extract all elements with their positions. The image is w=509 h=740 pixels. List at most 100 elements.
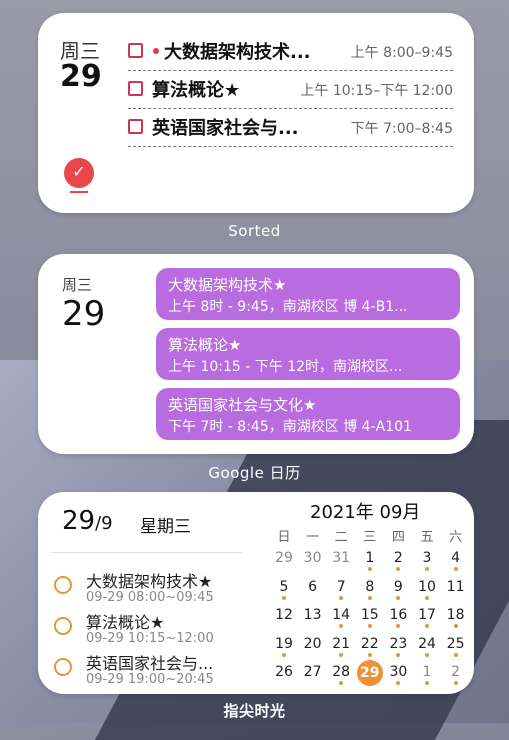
day-number: 13 xyxy=(303,607,322,623)
day-number: 30 xyxy=(303,550,322,566)
event-dot-icon xyxy=(396,652,401,657)
checkbox-icon[interactable] xyxy=(128,43,143,58)
calendar-day[interactable]: 21 xyxy=(327,636,355,657)
checkbox-icon[interactable] xyxy=(128,119,143,134)
event-title: 算法概论★ xyxy=(168,336,242,354)
weekday-label: 星期三 xyxy=(140,517,191,537)
calendar-day[interactable]: 30 xyxy=(299,550,327,566)
sorted-app-icon[interactable]: ✓ xyxy=(64,158,94,193)
calendar-day-today[interactable]: 29 xyxy=(356,660,384,686)
event-card[interactable]: 英语国家社会与文化★ 下午 7时 - 8:45，南湖校区 博 4-A101 xyxy=(156,388,460,440)
weekday-label: 周三 xyxy=(62,276,93,294)
event-dot-icon xyxy=(282,595,286,600)
calendar-day[interactable]: 1 xyxy=(356,550,384,571)
day-number: 23 xyxy=(389,635,408,652)
task-time: 09-29 19:00~20:45 xyxy=(86,672,214,687)
day-number: 1 xyxy=(422,664,432,680)
calendar-day[interactable]: 2 xyxy=(442,664,470,685)
event-row[interactable]: 算法概论★ 上午 10:15–下午 12:00 xyxy=(128,70,453,109)
event-detail: 下午 7时 - 8:45，南湖校区 博 4-A101 xyxy=(168,419,412,435)
calendar-day[interactable]: 16 xyxy=(384,607,412,628)
calendar-day[interactable]: 5 xyxy=(270,579,298,600)
divider xyxy=(52,552,242,553)
event-title: 算法概论★ xyxy=(152,80,241,101)
day-number: 8 xyxy=(365,578,375,595)
day-number: 7 xyxy=(336,578,346,595)
calendar-day[interactable]: 3 xyxy=(413,550,441,571)
calendar-day[interactable]: 6 xyxy=(299,579,327,595)
event-card[interactable]: 算法概论★ 上午 10:15 - 下午 12时，南湖校区... xyxy=(156,328,460,380)
event-title: 英语国家社会与... xyxy=(152,118,299,139)
calendar-day[interactable]: 29 xyxy=(270,550,298,566)
calendar-day[interactable]: 7 xyxy=(327,579,355,600)
calendar-day[interactable]: 18 xyxy=(442,607,470,628)
weekday-header: 日 xyxy=(277,530,291,545)
calendar-day[interactable]: 28 xyxy=(327,664,355,685)
event-dot-icon xyxy=(453,652,458,657)
calendar-day[interactable]: 27 xyxy=(299,664,327,680)
priority-dot-icon xyxy=(153,48,159,54)
day-number: 29 xyxy=(275,550,293,566)
day-number: 2 xyxy=(393,550,403,566)
circle-check-icon[interactable] xyxy=(54,617,72,635)
calendar-day[interactable]: 13 xyxy=(299,607,327,623)
sorted-widget[interactable]: 周三 29 大数据架构技术... 上午 8:00–9:45 算法概论★ 上午 1… xyxy=(38,13,474,213)
calendar-day[interactable]: 31 xyxy=(327,550,355,566)
event-card[interactable]: 大数据架构技术★ 上午 8时 - 9:45，南湖校区 博 4-B1... xyxy=(156,268,460,320)
calendar-day[interactable]: 22 xyxy=(356,636,384,657)
event-dot-icon xyxy=(339,595,344,600)
circle-check-icon[interactable] xyxy=(54,658,72,676)
day-number: 2 xyxy=(451,664,461,680)
calendar-day[interactable]: 26 xyxy=(270,664,298,680)
calendar-day[interactable]: 25 xyxy=(442,636,470,657)
day-number: 5 xyxy=(279,578,289,595)
calendar-day[interactable]: 4 xyxy=(442,550,470,571)
calendar-day[interactable]: 8 xyxy=(356,579,384,600)
day-number: 30 xyxy=(389,664,408,680)
calendar-day[interactable]: 20 xyxy=(299,636,327,652)
event-dot-icon xyxy=(367,595,372,600)
checkbox-icon[interactable] xyxy=(128,81,143,96)
calendar-day[interactable]: 17 xyxy=(413,607,441,628)
calendar-day[interactable]: 2 xyxy=(384,550,412,571)
zhijian-widget[interactable]: 29/9 星期三 大数据架构技术★ 09-29 08:00~09:45 算法概论… xyxy=(38,492,474,694)
google-widget-caption: Google 日历 xyxy=(208,464,301,482)
circle-check-icon[interactable] xyxy=(54,576,72,594)
calendar-day[interactable]: 9 xyxy=(384,579,412,600)
calendar-day[interactable]: 12 xyxy=(270,607,298,623)
calendar-day[interactable]: 11 xyxy=(442,579,470,595)
calendar-title: 2021年 09月 xyxy=(310,502,421,523)
event-dot-icon xyxy=(425,652,429,657)
day-number: 18 xyxy=(446,607,465,623)
task-time: 09-29 08:00~09:45 xyxy=(86,590,214,605)
day-number: 27 xyxy=(303,664,322,680)
event-dot-icon xyxy=(453,681,458,685)
calendar-day[interactable]: 30 xyxy=(384,664,412,685)
event-dot-icon xyxy=(396,595,401,600)
google-calendar-widget[interactable]: 周三 29 大数据架构技术★ 上午 8时 - 9:45，南湖校区 博 4-B1.… xyxy=(38,254,474,454)
day-number: 29 xyxy=(62,294,106,334)
calendar-day[interactable]: 1 xyxy=(413,664,441,685)
event-dot-icon xyxy=(367,624,372,628)
calendar-day[interactable]: 10 xyxy=(413,579,441,600)
event-dot-icon xyxy=(425,567,429,571)
calendar-day[interactable]: 23 xyxy=(384,636,412,657)
zhijian-widget-caption: 指尖时光 xyxy=(223,702,286,720)
event-title: 英语国家社会与文化★ xyxy=(168,396,317,414)
day-number: 4 xyxy=(451,550,461,566)
event-detail: 上午 10:15 - 下午 12时，南湖校区... xyxy=(168,359,403,375)
calendar-day[interactable]: 19 xyxy=(270,636,298,657)
day-number: 29 xyxy=(60,59,102,94)
day-number: 15 xyxy=(360,607,379,623)
calendar-day[interactable]: 15 xyxy=(356,607,384,628)
weekday-header: 六 xyxy=(449,530,463,545)
day-number: 12 xyxy=(275,607,293,623)
event-dot-icon xyxy=(396,567,401,571)
calendar-day[interactable]: 24 xyxy=(413,636,441,657)
calendar-day[interactable]: 14 xyxy=(327,607,355,628)
event-row[interactable]: 英语国家社会与... 下午 7:00–8:45 xyxy=(128,108,453,147)
weekday-header: 四 xyxy=(391,530,405,545)
weekday-header: 一 xyxy=(306,530,320,545)
event-dot-icon xyxy=(453,567,458,571)
event-row[interactable]: 大数据架构技术... 上午 8:00–9:45 xyxy=(128,32,453,71)
